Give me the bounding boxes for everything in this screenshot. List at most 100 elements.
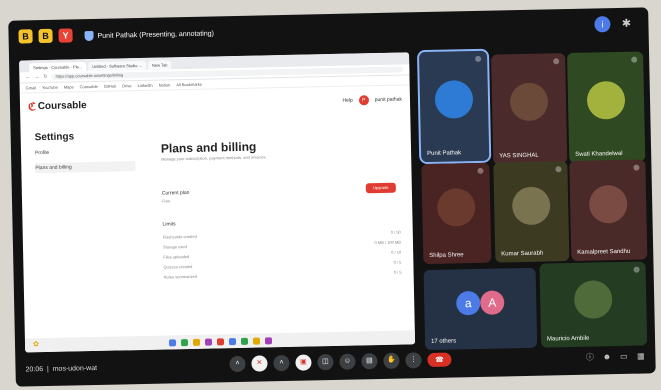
shared-screen[interactable]: Settings · Coursable · Ple... Untitled ·… — [19, 52, 416, 353]
avatar[interactable]: P — [358, 95, 369, 106]
mic-status-icon — [475, 55, 482, 62]
bookmark[interactable]: GitHub — [104, 83, 117, 88]
limit-row: Files uploaded 0 / 10 — [163, 249, 402, 260]
taskbar-icon[interactable] — [216, 337, 224, 345]
participant-name: Punit Pathak — [427, 150, 462, 157]
participant-name: Mauricio Ambile — [546, 335, 590, 343]
page-title: Plans and billing — [160, 139, 257, 156]
clock: 20:06 | mos-udon-wat — [25, 364, 98, 374]
mic-status-icon — [633, 164, 640, 171]
present-icon[interactable]: ▤ — [361, 353, 378, 370]
participant-name: 17 others — [430, 338, 457, 345]
limit-row: Quizzes created 0 / 5 — [163, 259, 402, 270]
taskbar-icon[interactable] — [228, 337, 236, 345]
taskbar-icon[interactable] — [168, 338, 176, 346]
avatar — [573, 280, 613, 319]
participant-name: Swati Khandelwal — [575, 150, 623, 158]
avatar: a — [455, 290, 481, 316]
settings-heading: Settings — [34, 131, 75, 144]
limit-row: Storage used 0 MB / 100 MB — [162, 239, 402, 250]
app-icon-2[interactable]: B — [38, 28, 53, 44]
bookmark[interactable]: All Bookmarks — [176, 82, 202, 88]
camera-off-icon[interactable]: ▣ — [295, 354, 312, 371]
end-call-icon[interactable]: ☎ — [427, 352, 452, 368]
participant-name: YAS SINGHAL — [499, 152, 539, 160]
raise-hand-icon[interactable]: ✋ — [383, 352, 400, 369]
participant-tile[interactable]: a A 17 others — [423, 267, 538, 351]
browser-tab[interactable]: New Tab — [147, 60, 172, 70]
participant-name: Kumar Saurabh — [501, 250, 544, 258]
people-icon[interactable]: ☻ — [602, 352, 612, 361]
participant-tile[interactable]: Kumar Saurabh — [493, 161, 570, 263]
side-item-profile[interactable]: Profile — [35, 150, 49, 156]
pin-icon[interactable]: ✱ — [618, 16, 634, 32]
participant-tile[interactable]: Mauricio Ambile — [539, 261, 648, 348]
page-subtitle: Manage your subscription, payment method… — [161, 154, 267, 162]
current-plan-label: Current plan — [161, 189, 190, 197]
limit-row: Notes summarized 0 / 5 — [163, 269, 402, 280]
taskbar-icon[interactable] — [180, 338, 188, 346]
chevron-up-icon[interactable]: ˄ — [229, 355, 246, 373]
app-icon-3[interactable]: Y — [58, 28, 73, 43]
taskbar-icon[interactable] — [264, 336, 272, 344]
side-item-billing[interactable]: Plans and billing — [35, 161, 136, 174]
limits-label: Limits — [162, 221, 176, 228]
captions-icon[interactable]: ◫ — [317, 354, 334, 371]
participant-tile[interactable]: Kamalpreet Sandhu — [569, 159, 648, 262]
upgrade-button[interactable]: Upgrade — [365, 182, 396, 194]
mic-status-icon — [633, 266, 640, 273]
current-plan-value: Free — [161, 198, 171, 204]
start-icon[interactable]: ✿ — [33, 341, 40, 348]
participant-tile[interactable]: Punit Pathak — [416, 48, 492, 165]
chat-icon[interactable]: ▭ — [619, 352, 628, 361]
app-icon-1[interactable]: B — [18, 29, 33, 44]
taskbar-icon[interactable] — [252, 337, 260, 345]
participant-name: Shilpa Shree — [429, 252, 464, 259]
more-icon[interactable]: ⋮ — [405, 352, 422, 369]
browser-tab[interactable]: Settings · Coursable · Ple... — [29, 62, 87, 73]
avatar — [511, 186, 551, 226]
bookmark[interactable]: Notion — [159, 82, 171, 87]
bookmark[interactable]: LinkedIn — [138, 83, 153, 88]
participant-tile[interactable]: Swati Khandelwal — [567, 51, 646, 164]
info-icon[interactable]: i — [594, 16, 611, 33]
participant-tile[interactable]: YAS SINGHAL — [491, 53, 568, 165]
activities-icon[interactable]: ▦ — [636, 351, 645, 360]
help-link[interactable]: Help — [342, 98, 352, 104]
avatar — [434, 80, 474, 120]
bookmark[interactable]: YouTube — [42, 85, 58, 90]
logo-mark-icon: ℭ — [27, 101, 36, 114]
forward-icon[interactable]: → — [34, 74, 39, 80]
user-name[interactable]: punit pathak — [375, 97, 402, 104]
browser-tab[interactable]: Untitled · Software Studio ... — [88, 60, 147, 72]
participant-tile[interactable]: Shilpa Shree — [421, 162, 492, 265]
meet-window: B B Y Punit Pathak (Presenting, annotati… — [8, 7, 656, 387]
coursable-logo[interactable]: ℭ Coursable — [28, 99, 87, 113]
taskbar-icon[interactable] — [240, 337, 248, 345]
limit-row: Flashcards created 0 / 50 — [162, 229, 401, 240]
mic-off-icon[interactable]: ✕ — [251, 355, 268, 372]
shield-icon — [84, 30, 94, 42]
bookmark[interactable]: Gmail — [26, 85, 37, 90]
chevron-up-icon[interactable]: ˄ — [273, 354, 290, 372]
emoji-icon[interactable]: ☺ — [339, 353, 356, 370]
mic-status-icon — [555, 166, 562, 173]
info-icon[interactable]: ⓘ — [585, 353, 594, 362]
taskbar-icon[interactable] — [192, 338, 200, 346]
avatar — [509, 82, 549, 122]
presenting-indicator: Punit Pathak (Presenting, annotating) — [84, 26, 214, 43]
avatar — [588, 184, 628, 224]
bookmark[interactable]: Drive — [122, 83, 131, 88]
avatar: A — [479, 290, 505, 315]
mic-status-icon — [553, 58, 560, 65]
mic-status-icon — [477, 167, 484, 174]
avatar — [586, 81, 626, 121]
bookmark[interactable]: Coursable — [80, 84, 98, 89]
bookmark[interactable]: Maps — [64, 84, 74, 89]
meeting-code: mos-udon-wat — [52, 364, 98, 373]
reload-icon[interactable]: ↻ — [43, 74, 47, 80]
taskbar-icon[interactable] — [204, 338, 212, 346]
participant-name: Kamalpreet Sandhu — [577, 248, 631, 256]
back-icon[interactable]: ← — [25, 74, 30, 80]
logo-text: Coursable — [37, 100, 87, 113]
